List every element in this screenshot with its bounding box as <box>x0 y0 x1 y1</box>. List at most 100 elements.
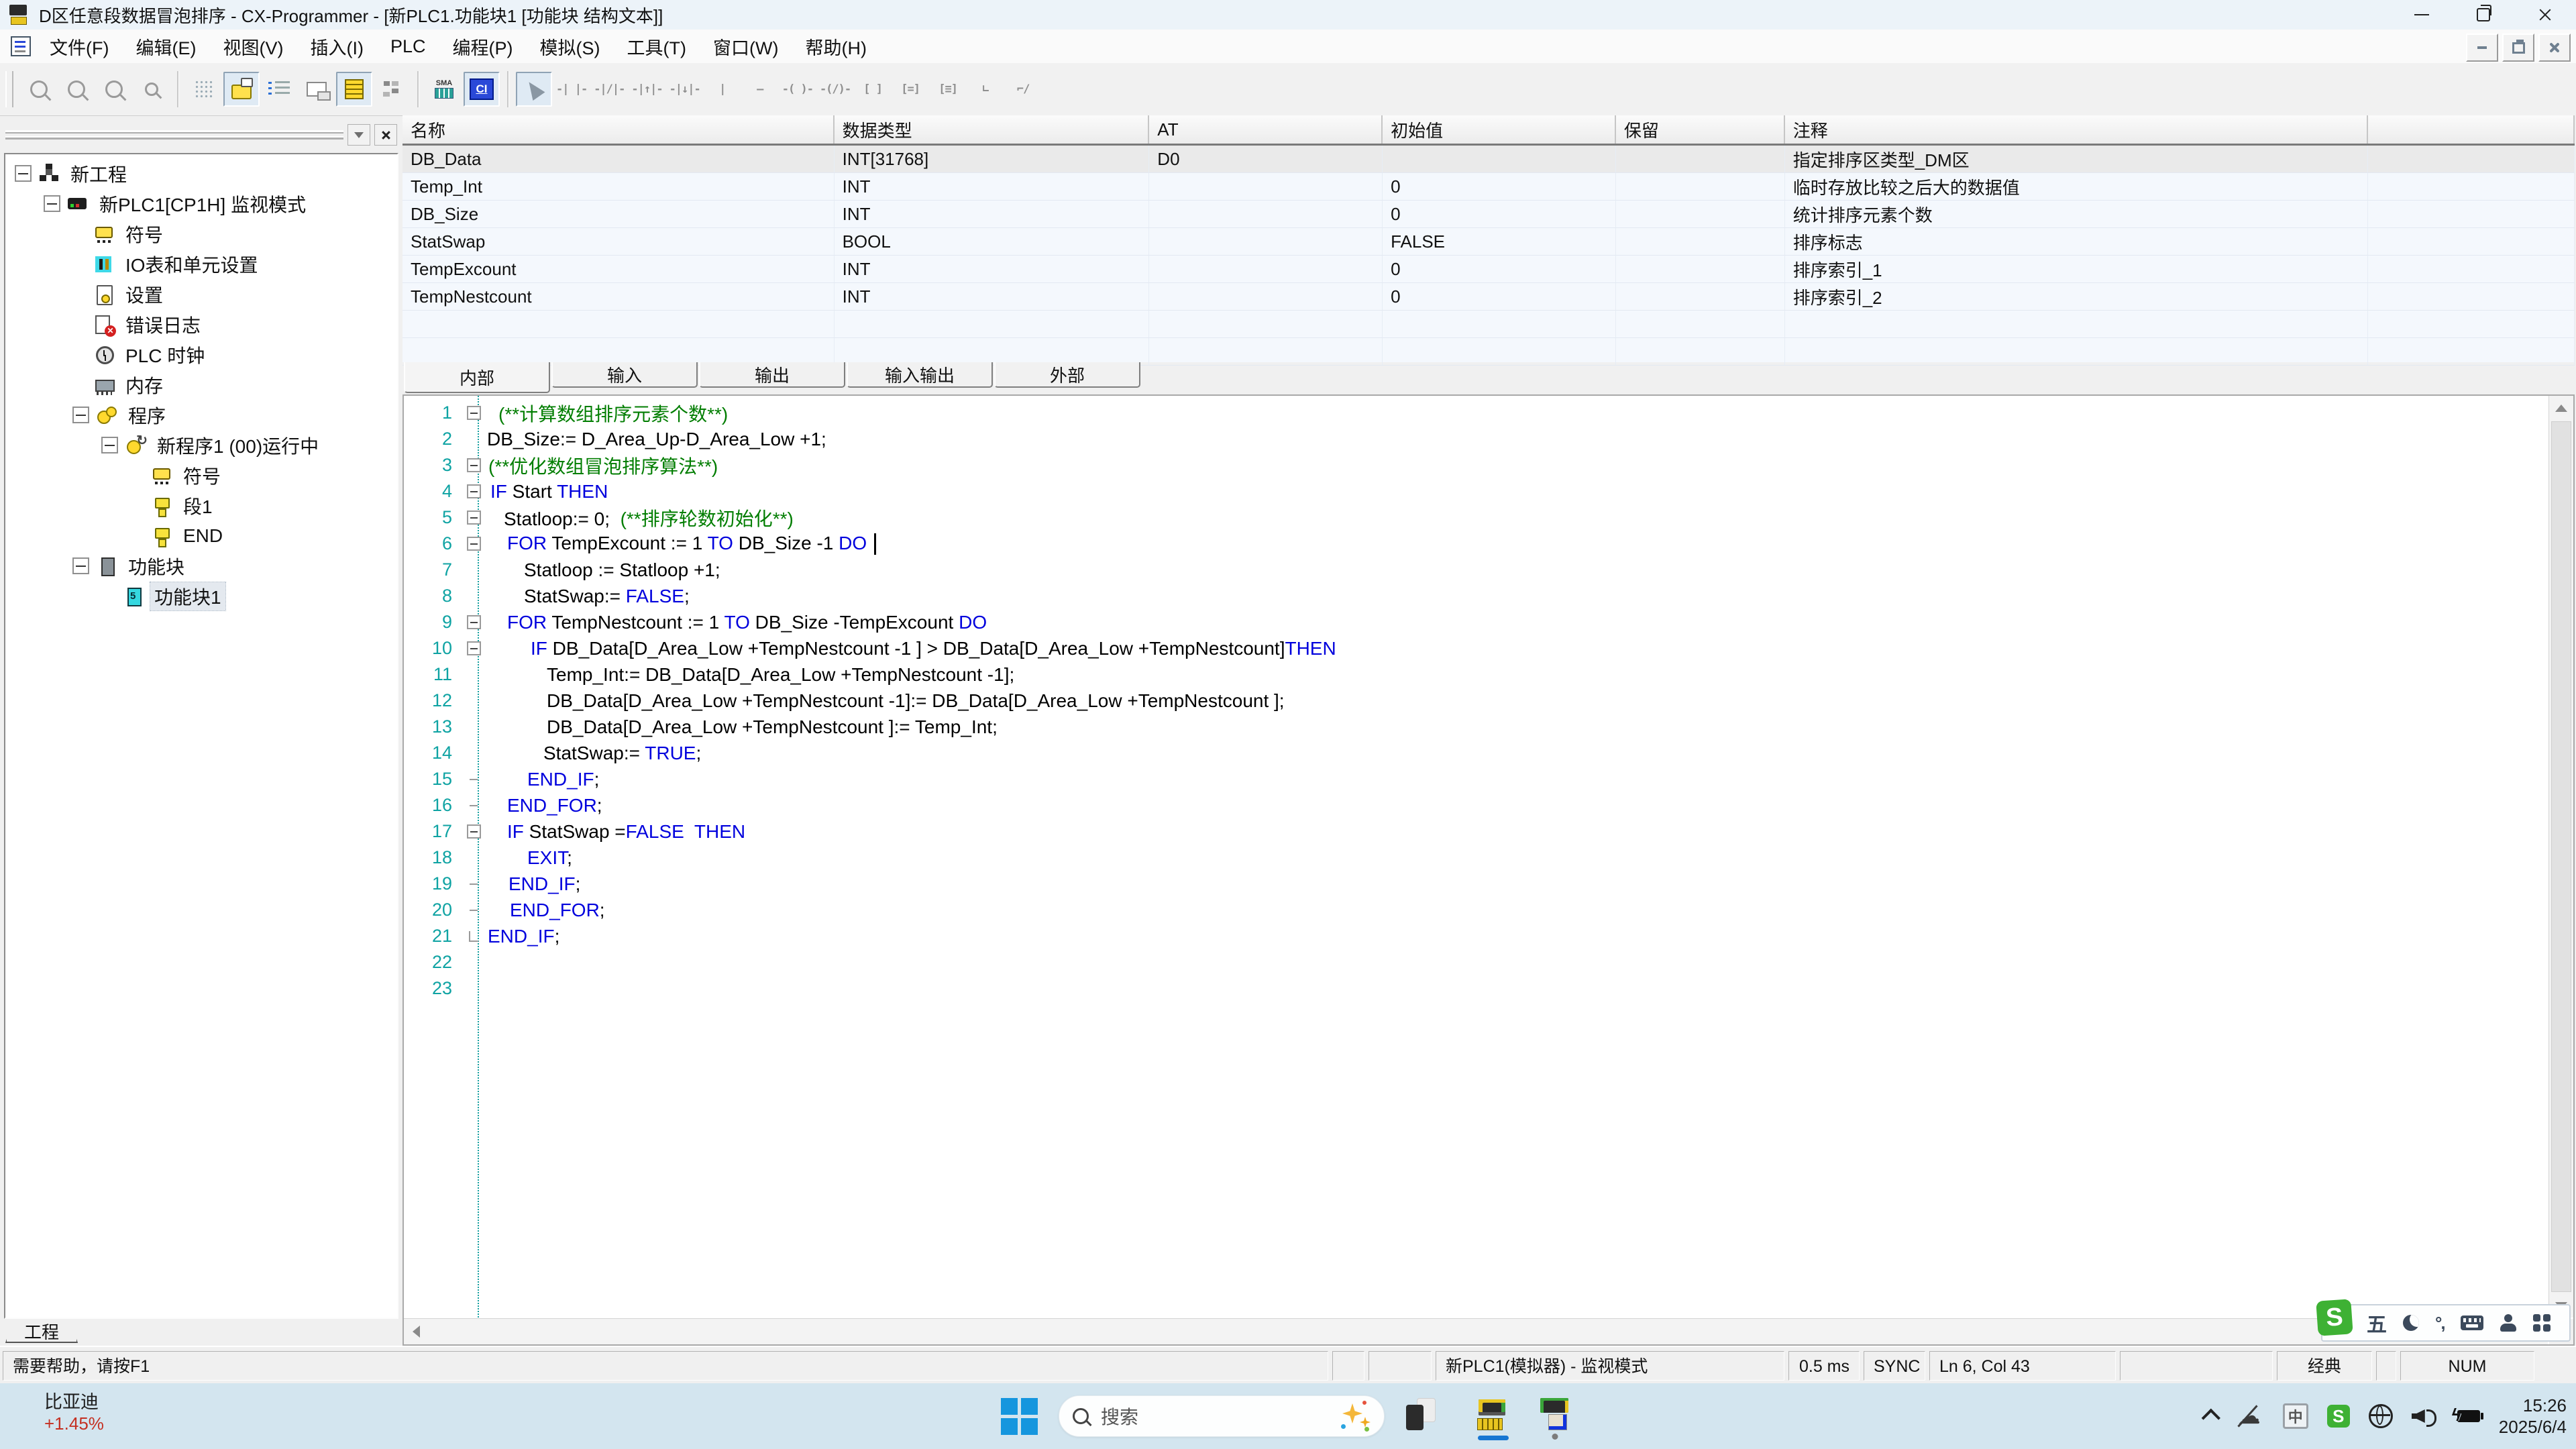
code-line[interactable]: 21END_IF; <box>404 923 2548 949</box>
table-cell[interactable]: FALSE <box>1383 228 1616 255</box>
battery-charging-icon[interactable] <box>2457 1410 2480 1422</box>
close-button[interactable] <box>2514 0 2576 30</box>
var-tab-内部[interactable]: 内部 <box>404 362 550 393</box>
speaker-icon[interactable] <box>2412 1406 2438 1426</box>
tree-item[interactable]: 段1 <box>5 490 397 521</box>
table-row[interactable]: DB_DataINT[31768]D0指定排序区类型_DM区 <box>402 146 2575 173</box>
tree-item[interactable]: 内存 <box>5 370 397 400</box>
table-row-empty[interactable] <box>402 338 2575 366</box>
menu-item[interactable]: 视图(V) <box>209 30 297 63</box>
tree-item[interactable]: PLC 时钟 <box>5 339 397 370</box>
tree-expander[interactable] <box>101 437 118 453</box>
var-tab-输入[interactable]: 输入 <box>551 362 698 388</box>
fold-marker[interactable] <box>460 641 487 655</box>
code-line[interactable]: 17IF StatSwap =FALSE THEN <box>404 818 2548 845</box>
chevron-up-icon[interactable] <box>2201 1409 2220 1428</box>
ci-view-icon[interactable]: CI <box>464 72 500 107</box>
table-cell[interactable]: INT <box>835 201 1150 227</box>
fold-marker[interactable] <box>460 484 487 498</box>
fold-marker[interactable] <box>460 824 487 839</box>
code-line[interactable]: 8StatSwap:= FALSE; <box>404 583 2548 609</box>
code-line[interactable]: 10IF DB_Data[D_Area_Low +TempNestcount -… <box>404 635 2548 661</box>
table-cell[interactable] <box>1616 256 1785 282</box>
tree-item[interactable]: 程序 <box>5 400 397 430</box>
table-cell[interactable]: 排序索引_1 <box>1785 256 2368 282</box>
tree-expander[interactable] <box>44 195 60 212</box>
vertical-line-icon[interactable]: | <box>704 72 741 107</box>
fold-marker[interactable] <box>460 406 487 420</box>
code-line[interactable]: 5Statloop:= 0; (**排序轮数初始化**) <box>404 504 2548 531</box>
corner-icon[interactable]: ∟ <box>967 72 1004 107</box>
contact-closed-icon[interactable]: -|/|- <box>591 72 627 107</box>
table-cell[interactable]: 排序索引_2 <box>1785 283 2368 310</box>
vertical-scrollbar[interactable] <box>2548 396 2573 1318</box>
code-line[interactable]: 14StatSwap:= TRUE; <box>404 740 2548 766</box>
menu-item[interactable]: 工具(T) <box>614 30 700 63</box>
column-header[interactable]: 保留 <box>1616 115 1785 144</box>
horizontal-scrollbar[interactable] <box>404 1318 2548 1344</box>
minimize-button[interactable] <box>2391 0 2453 30</box>
code-view[interactable]: 1(**计算数组排序元素个数**)2DB_Size:= D_Area_Up-D_… <box>404 396 2548 1318</box>
person-icon[interactable] <box>2500 1314 2517 1332</box>
menu-item[interactable]: 编程(P) <box>439 30 527 63</box>
table-cell[interactable] <box>1149 228 1383 255</box>
table-cell[interactable]: 指定排序区类型_DM区 <box>1785 146 2368 172</box>
table-cell[interactable]: StatSwap <box>402 228 835 255</box>
table-row[interactable]: Temp_IntINT0临时存放比较之后大的数据值 <box>402 173 2575 201</box>
table-cell[interactable] <box>1149 283 1383 310</box>
fold-marker[interactable] <box>460 910 487 911</box>
code-line[interactable]: 20END_FOR; <box>404 897 2548 923</box>
punctuation-icon[interactable]: °, <box>2435 1313 2445 1334</box>
table-cell[interactable]: D0 <box>1149 146 1383 172</box>
mdi-restore-button[interactable] <box>2502 34 2534 62</box>
tree-item[interactable]: 新工程 <box>5 158 397 189</box>
coil-open-icon[interactable]: -( )- <box>780 72 816 107</box>
code-line[interactable]: 22 <box>404 949 2548 975</box>
table-cell[interactable]: INT <box>835 283 1150 310</box>
mdi-close-button[interactable] <box>2538 34 2571 62</box>
tree-item[interactable]: 错误日志 <box>5 309 397 339</box>
data-table-icon[interactable]: SMA <box>426 72 462 107</box>
sogou-logo-icon[interactable]: S <box>2316 1299 2353 1336</box>
table-cell[interactable] <box>1616 201 1785 227</box>
instruction-set-icon[interactable]: [≡] <box>930 72 966 107</box>
table-row-empty[interactable] <box>402 311 2575 338</box>
code-line[interactable]: 7Statloop := Statloop +1; <box>404 557 2548 583</box>
tree-expander[interactable] <box>15 165 32 182</box>
table-cell[interactable] <box>1149 201 1383 227</box>
code-line[interactable]: 3(**优化数组冒泡排序算法**) <box>404 452 2548 478</box>
project-tab[interactable]: 工程 <box>5 1320 78 1343</box>
table-cell[interactable]: DB_Size <box>402 201 835 227</box>
instruction-box-not-icon[interactable]: [=] <box>892 72 928 107</box>
fold-marker[interactable] <box>460 779 487 780</box>
mdi-document-icon[interactable] <box>9 35 32 58</box>
taskbar-app-windows[interactable] <box>1401 1394 1441 1434</box>
table-cell[interactable]: 0 <box>1383 283 1616 310</box>
column-header[interactable]: AT <box>1149 115 1383 144</box>
column-header[interactable]: 初始值 <box>1383 115 1616 144</box>
column-header[interactable]: 注释 <box>1785 115 2368 144</box>
panel-close-button[interactable] <box>374 124 397 146</box>
fold-marker[interactable] <box>460 537 487 551</box>
menu-item[interactable]: 帮助(H) <box>792 30 879 63</box>
watch-window-icon[interactable] <box>299 72 335 107</box>
menu-item[interactable]: PLC <box>377 30 439 63</box>
address-reference-icon[interactable] <box>261 72 297 107</box>
toolbar-grip[interactable] <box>5 71 13 107</box>
code-line[interactable]: 13DB_Data[D_Area_Low +TempNestcount ]:= … <box>404 714 2548 740</box>
tree-item[interactable]: 功能块1 <box>5 581 397 611</box>
grid-icon[interactable] <box>186 72 222 107</box>
table-cell[interactable] <box>1149 256 1383 282</box>
table-cell[interactable]: DB_Data <box>402 146 835 172</box>
magnifier-cancel-icon[interactable] <box>58 72 95 107</box>
fold-marker[interactable] <box>460 458 487 472</box>
table-cell[interactable]: TempExcount <box>402 256 835 282</box>
tree-item[interactable]: IO表和单元设置 <box>5 249 397 279</box>
restore-button[interactable] <box>2453 0 2514 30</box>
fold-marker[interactable] <box>460 883 487 885</box>
code-line[interactable]: 11Temp_Int:= DB_Data[D_Area_Low +TempNes… <box>404 661 2548 688</box>
select-pointer-icon[interactable] <box>516 72 552 107</box>
code-line[interactable]: 4IF Start THEN <box>404 478 2548 504</box>
table-cell[interactable]: 0 <box>1383 173 1616 200</box>
tree-expander[interactable] <box>72 407 89 423</box>
